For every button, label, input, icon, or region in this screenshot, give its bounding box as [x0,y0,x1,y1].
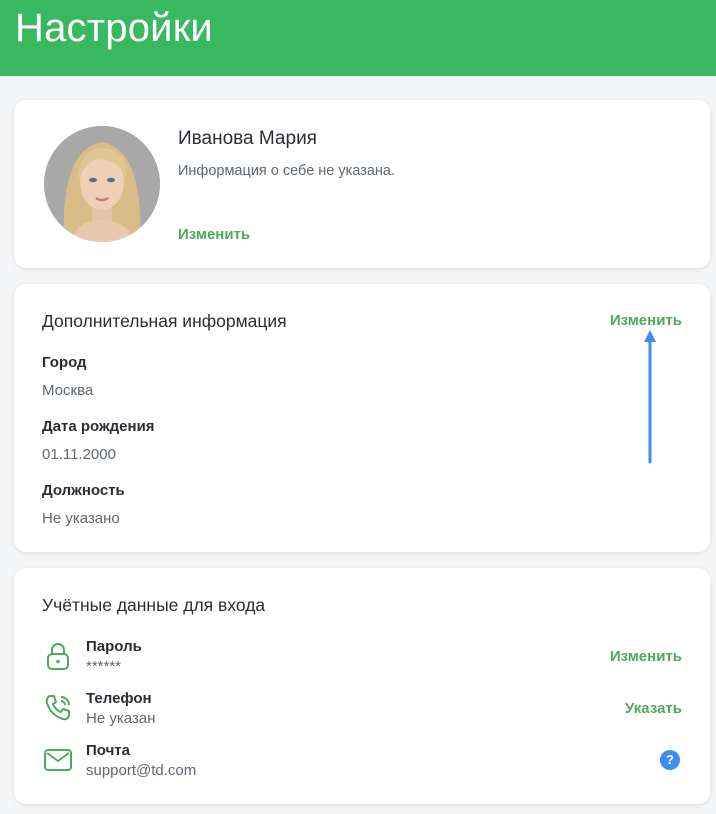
lock-icon [47,643,69,670]
city-value: Москва [42,382,94,399]
profile-card: Иванова Мария Информация о себе не указа… [14,100,710,268]
email-label: Почта [86,742,130,759]
password-value: ****** [86,658,122,675]
avatar [44,126,160,242]
phone-icon [45,695,70,721]
birthdate-label: Дата рождения [42,418,155,435]
phone-label: Телефон [86,690,152,707]
profile-name: Иванова Мария [178,128,317,149]
help-icon[interactable]: ? [660,750,680,770]
birthdate-value: 01.11.2000 [42,446,116,463]
email-value: support@td.com [86,762,197,779]
position-value: Не указано [42,510,120,527]
mail-icon [44,749,72,771]
app-header: Настройки [0,0,716,76]
change-password-link[interactable]: Изменить [610,648,682,666]
page-title: Настройки [15,6,213,50]
edit-profile-link[interactable]: Изменить [178,226,250,244]
annotation-arrow-icon [644,330,656,464]
additional-info-title: Дополнительная информация [42,311,287,331]
additional-info-card: Дополнительная информация Изменить Город… [14,284,710,552]
city-label: Город [42,354,87,371]
avatar-image [44,126,160,242]
password-label: Пароль [86,638,142,655]
profile-about: Информация о себе не указана. [178,163,396,179]
phone-value: Не указан [86,710,156,727]
login-credentials-card: Учётные данные для входа Пароль ****** И… [14,568,710,804]
set-phone-link[interactable]: Указать [625,700,682,718]
login-credentials-title: Учётные данные для входа [42,595,266,615]
position-label: Должность [42,482,125,499]
